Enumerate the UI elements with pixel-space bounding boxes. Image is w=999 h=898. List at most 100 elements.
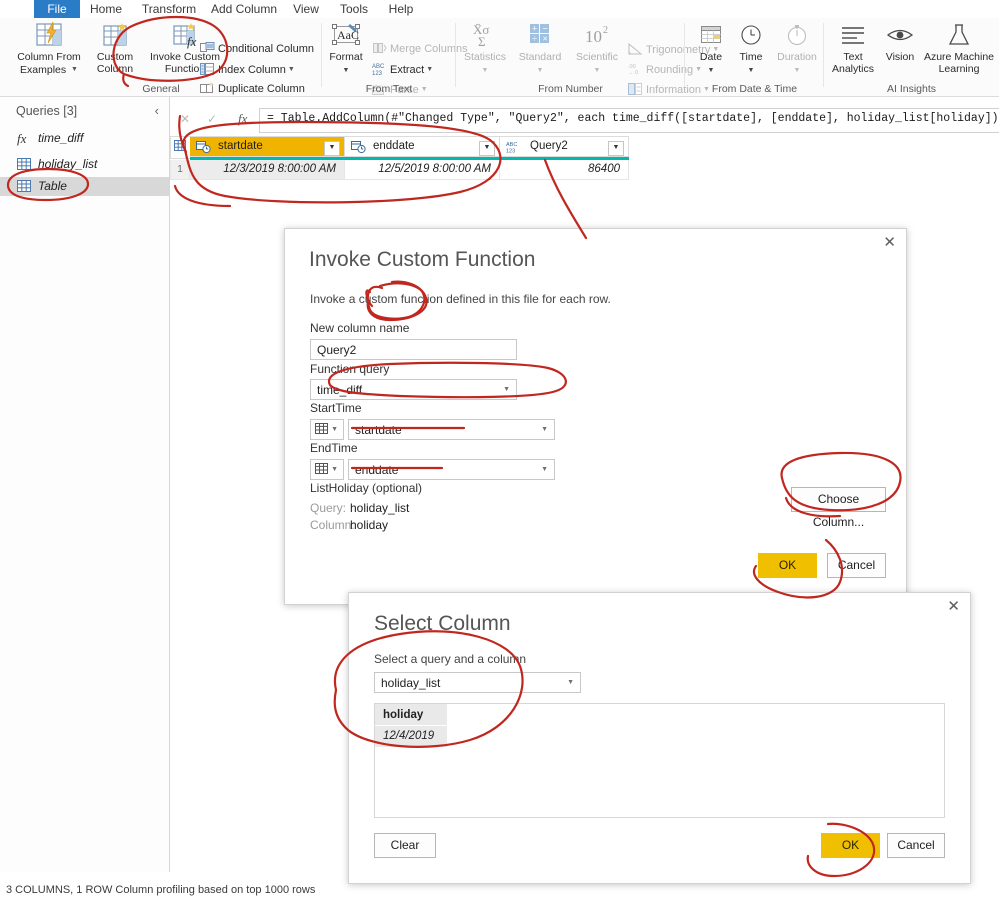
time-button[interactable]: Time ▼ — [731, 20, 771, 75]
column-type-icon — [315, 423, 329, 437]
chevron-down-icon[interactable]: ▼ — [567, 679, 574, 686]
format-button[interactable]: AaC Format ▼ — [324, 20, 368, 75]
svg-text:ABC: ABC — [506, 142, 517, 148]
close-icon[interactable]: ✕ — [883, 235, 896, 250]
duration-button[interactable]: Duration ▼ — [771, 20, 823, 75]
ribbon-tab-file[interactable]: File — [34, 0, 80, 18]
index-column-button[interactable]: Index Column ▼ — [200, 60, 295, 79]
listbox-cell[interactable]: 12/4/2019 — [375, 726, 447, 747]
grid-cell-enddate[interactable]: 12/5/2019 8:00:00 AM — [345, 160, 500, 180]
query-item-holiday-list[interactable]: holiday_list — [0, 155, 169, 174]
grid-select-all-corner[interactable] — [170, 136, 191, 159]
close-icon[interactable]: ✕ — [947, 599, 960, 614]
conditional-column-icon — [200, 41, 215, 56]
endtime-column-dropdown[interactable]: enddate ▼ — [348, 459, 555, 480]
datetime-type-icon — [196, 140, 211, 154]
column-listbox[interactable]: holiday 12/4/2019 — [374, 703, 945, 818]
chevron-down-icon[interactable]: ▼ — [503, 386, 510, 393]
grid-column-header-startdate[interactable]: startdate ▼ — [190, 136, 345, 157]
chevron-down-icon[interactable]: ▼ — [426, 66, 433, 73]
status-bar-text: 3 COLUMNS, 1 ROW Column profiling based … — [6, 884, 316, 896]
column-from-examples-button[interactable]: Column From Examples ▼ — [12, 20, 86, 76]
datetime-type-icon — [351, 140, 366, 154]
select-query-dropdown[interactable]: holiday_list ▼ — [374, 672, 581, 693]
queries-pane: Queries [3] ‹ fx time_diff holiday_list … — [0, 97, 170, 872]
select-column-cancel-button[interactable]: Cancel — [887, 833, 945, 858]
time-label: Time ▼ — [739, 51, 763, 74]
custom-column-button[interactable]: Custom Column — [86, 20, 144, 75]
vision-button[interactable]: Vision — [878, 20, 922, 64]
query-item-table[interactable]: Table — [0, 177, 169, 196]
status-bar: 3 COLUMNS, 1 ROW Column profiling based … — [0, 884, 999, 898]
table-star-icon — [86, 20, 144, 50]
listholiday-column-value: holiday — [350, 518, 389, 532]
function-query-dropdown[interactable]: time_diff ▼ — [310, 379, 517, 400]
index-column-label: Index Column — [218, 64, 286, 76]
starttime-label: StartTime — [310, 401, 362, 415]
grid-column-header-enddate[interactable]: enddate ▼ — [345, 136, 500, 157]
ribbon-group-from-number: X̄σ Σ Statistics ▼ + − ÷ × Standard ▼ 10 2 S… — [456, 18, 719, 96]
chevron-down-icon[interactable]: ▼ — [541, 426, 548, 433]
listbox-column-header[interactable]: holiday — [375, 704, 447, 725]
ribbon-tab-view[interactable]: View — [282, 0, 330, 18]
extract-button[interactable]: ABC 123 Extract ▼ — [372, 60, 433, 79]
function-query-label: Function query — [310, 362, 390, 376]
ribbon-tab-home[interactable]: Home — [80, 0, 132, 18]
table-icon — [17, 179, 32, 194]
clear-button[interactable]: Clear — [374, 833, 436, 858]
invoke-cancel-button[interactable]: Cancel — [827, 553, 886, 578]
chevron-left-icon[interactable]: ‹ — [155, 103, 159, 118]
grid-column-filter-dropdown[interactable]: ▼ — [608, 141, 624, 156]
svg-text:−: − — [543, 24, 548, 34]
svg-text:Σ: Σ — [478, 34, 486, 49]
merge-columns-button[interactable]: Merge Columns — [372, 40, 468, 59]
grid-column-filter-dropdown[interactable]: ▼ — [324, 141, 340, 156]
ribbon-tab-help[interactable]: Help — [378, 0, 424, 18]
endtime-type-selector[interactable]: ▼ — [310, 459, 344, 480]
table-row[interactable]: 1 12/3/2019 8:00:00 AM 12/5/2019 8:00:00… — [170, 160, 629, 180]
grid-cell-startdate[interactable]: 12/3/2019 8:00:00 AM — [190, 160, 345, 180]
new-column-name-input[interactable]: Query2 — [310, 339, 517, 360]
ribbon-group-general: Column From Examples ▼ Custom Column fx … — [0, 18, 322, 96]
group-label-general: General — [142, 83, 180, 95]
formula-text: = Table.AddColumn(#"Changed Type", "Quer… — [267, 112, 999, 125]
trigonometry-icon — [628, 42, 643, 57]
formula-input[interactable]: = Table.AddColumn(#"Changed Type", "Quer… — [259, 108, 999, 133]
grid-column-filter-dropdown[interactable]: ▼ — [479, 141, 495, 156]
queries-pane-title: Queries [3] — [16, 104, 78, 118]
grid-column-header-query2[interactable]: ABC 123 Query2 ▼ — [500, 136, 629, 157]
dialog-subtitle: Invoke a custom function defined in this… — [310, 292, 611, 306]
grid-column-name: startdate — [218, 140, 263, 152]
conditional-column-button[interactable]: Conditional Column — [200, 40, 314, 59]
svg-text:×: × — [543, 34, 548, 44]
select-column-ok-button[interactable]: OK — [821, 833, 880, 858]
fx-icon: fx — [238, 111, 248, 126]
azure-ml-flask-icon — [922, 20, 996, 50]
date-button[interactable]: Date ▼ — [691, 20, 731, 75]
svg-text:123: 123 — [506, 149, 515, 155]
invoke-ok-button[interactable]: OK — [758, 553, 817, 578]
azure-machine-learning-button[interactable]: Azure Machine Learning — [922, 20, 996, 75]
choose-column-button[interactable]: Choose Column... — [791, 487, 886, 529]
ribbon-tab-transform[interactable]: Transform — [132, 0, 206, 18]
query-item-time-diff[interactable]: fx time_diff — [0, 129, 169, 148]
ribbon-tab-add-column[interactable]: Add Column — [206, 0, 282, 18]
starttime-type-selector[interactable]: ▼ — [310, 419, 344, 440]
group-label-from-number: From Number — [538, 83, 603, 95]
text-analytics-button[interactable]: Text Analytics — [828, 20, 878, 75]
starttime-column-dropdown[interactable]: startdate ▼ — [348, 419, 555, 440]
check-icon[interactable]: ✓ — [207, 112, 217, 126]
standard-button[interactable]: + − ÷ × Standard ▼ — [512, 20, 568, 75]
x-icon[interactable]: ✕ — [180, 112, 190, 126]
statistics-button[interactable]: X̄σ Σ Statistics ▼ — [458, 20, 512, 75]
scientific-button[interactable]: 10 2 Scientific ▼ — [568, 20, 626, 75]
group-label-ai-insights: AI Insights — [886, 83, 937, 95]
chevron-down-icon[interactable]: ▼ — [331, 426, 338, 433]
grid-cell-query2[interactable]: 86400 — [500, 160, 629, 180]
statistics-label: Statistics ▼ — [463, 51, 506, 74]
new-column-name-label: New column name — [310, 321, 410, 335]
chevron-down-icon[interactable]: ▼ — [288, 66, 295, 73]
chevron-down-icon[interactable]: ▼ — [331, 466, 338, 473]
ribbon-tab-tools[interactable]: Tools — [330, 0, 378, 18]
chevron-down-icon[interactable]: ▼ — [541, 466, 548, 473]
